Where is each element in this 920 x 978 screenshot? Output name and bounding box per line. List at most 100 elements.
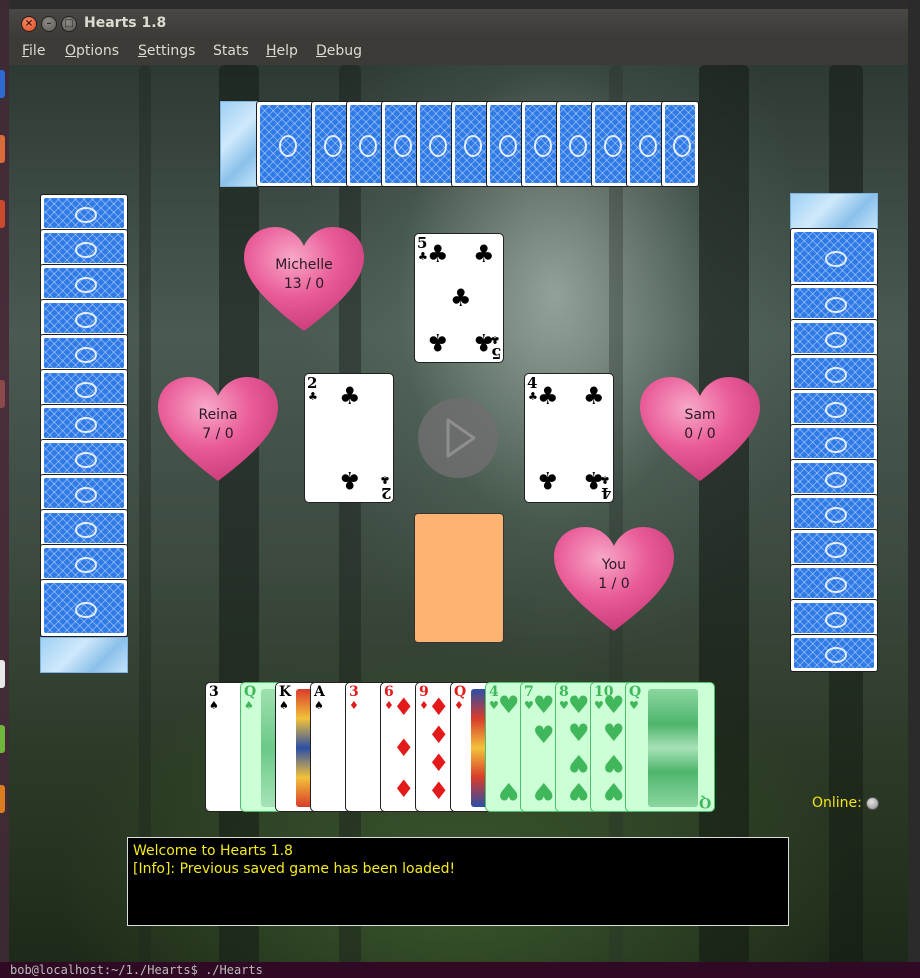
launcher-icon[interactable] [0, 70, 5, 98]
card-rank: 2 [380, 484, 391, 502]
card-back [626, 101, 666, 187]
card-back-icon [595, 105, 627, 183]
card-back [40, 544, 128, 582]
card-back-icon [44, 548, 124, 578]
diamond-icon: ♦ [428, 777, 450, 805]
card-back [790, 494, 878, 532]
menu-file[interactable]: File [22, 43, 45, 59]
launcher-icon[interactable] [0, 725, 5, 753]
card-back [790, 564, 878, 602]
card-rank: Q [244, 684, 257, 700]
launcher-icon[interactable] [0, 660, 5, 688]
card-back-icon [44, 443, 124, 473]
card-back-icon [560, 105, 592, 183]
desktop: × – □ Hearts 1.8 File Options Settings S… [0, 0, 920, 978]
maximize-button[interactable]: □ [61, 16, 77, 32]
play-button[interactable] [418, 398, 498, 478]
card-back [40, 194, 128, 232]
card-back-icon [665, 105, 695, 183]
card-rank: Q [454, 684, 467, 700]
card-rank: 2 [307, 374, 318, 392]
club-icon: ♣ [339, 466, 361, 494]
heart-suit-icon: ♥ [568, 719, 590, 747]
menu-label: Stats [213, 43, 249, 59]
launcher-icon[interactable] [0, 200, 5, 228]
card-back [346, 101, 386, 187]
menu-label: elp [276, 43, 298, 59]
card-back [40, 439, 128, 477]
card-rank: 5 [490, 344, 501, 362]
card-back [40, 369, 128, 407]
maximize-icon: □ [64, 18, 74, 29]
log-line: Welcome to Hearts 1.8 [133, 843, 293, 859]
title-bar[interactable]: × – □ Hearts 1.8 [9, 9, 908, 39]
card-back-icon [315, 105, 347, 183]
launcher-icon[interactable] [0, 135, 5, 163]
club-icon: ♣ [450, 284, 472, 312]
background-tree [699, 65, 749, 962]
card-back-icon [44, 478, 124, 508]
club-icon: ♣ [427, 240, 449, 268]
card-back [790, 389, 878, 427]
close-button[interactable]: × [21, 16, 37, 32]
menu-help[interactable]: Help [266, 43, 298, 59]
card-back-icon [44, 338, 124, 368]
card-back [790, 319, 878, 357]
player-name: You [601, 557, 627, 573]
empty-trick-slot [414, 513, 504, 643]
menu-label: ptions [76, 43, 120, 59]
club-icon: ♣ [537, 382, 559, 410]
hand-card[interactable]: Q ♥ Q [625, 682, 715, 812]
heart-suit-icon: ♥ [568, 777, 590, 805]
menu-mnemonic: H [266, 43, 277, 59]
deck-edge [40, 637, 128, 673]
background-tree [609, 65, 623, 962]
spade-icon: ♠ [244, 699, 254, 712]
heart-suit-icon: ♥ [498, 777, 520, 805]
menu-bar: File Options Settings Stats Help Debug [9, 39, 908, 65]
diamond-icon: ♦ [428, 721, 450, 749]
menu-stats[interactable]: Stats [213, 43, 249, 59]
menu-label: ettings [146, 43, 196, 59]
trick-card-east: 4 ♣ ♣ ♣ ♣ ♣ 4 ♣ [524, 373, 614, 503]
card-rank: 4 [600, 484, 611, 502]
card-back [591, 101, 631, 187]
card-back [381, 101, 421, 187]
card-back-icon [794, 533, 874, 563]
menu-options[interactable]: Options [65, 43, 119, 59]
heart-suit-icon: ♥ [533, 777, 555, 805]
player-south: You 1 / 0 [554, 527, 674, 635]
trick-card-north: 5 ♣ ♣ ♣ ♣ ♣ ♣ 5 ♣ [414, 233, 504, 363]
heart-suit-icon: ♥ [603, 777, 625, 805]
card-back-icon [44, 198, 124, 228]
card-rank: Q [629, 684, 642, 700]
card-rank: 4 [527, 374, 538, 392]
card-back-icon [260, 105, 312, 183]
card-back [790, 529, 878, 567]
hearts-window: × – □ Hearts 1.8 File Options Settings S… [9, 9, 908, 962]
menu-debug[interactable]: Debug [316, 43, 362, 59]
menu-settings[interactable]: Settings [138, 43, 195, 59]
club-icon: ♣ [339, 382, 361, 410]
background-tree [219, 65, 259, 962]
launcher-strip [0, 0, 9, 978]
menu-label: ebug [326, 43, 363, 59]
card-rank: Q [698, 794, 711, 810]
card-back-icon [455, 105, 487, 183]
heart-suit-icon: ♥ [533, 721, 555, 749]
card-back [40, 264, 128, 302]
card-back [451, 101, 491, 187]
launcher-icon[interactable] [0, 380, 5, 408]
card-back-icon [490, 105, 522, 183]
card-back [790, 228, 878, 286]
card-back [790, 599, 878, 637]
heart-suit-icon: ♥ [568, 691, 590, 719]
card-rank: K [279, 684, 292, 700]
card-back-icon [44, 268, 124, 298]
minimize-button[interactable]: – [41, 16, 57, 32]
menu-mnemonic: D [316, 43, 327, 59]
player-north: Michelle 13 / 0 [244, 227, 364, 335]
launcher-icon[interactable] [0, 785, 5, 813]
diamond-icon: ♦ [393, 693, 415, 721]
card-back-icon [525, 105, 557, 183]
